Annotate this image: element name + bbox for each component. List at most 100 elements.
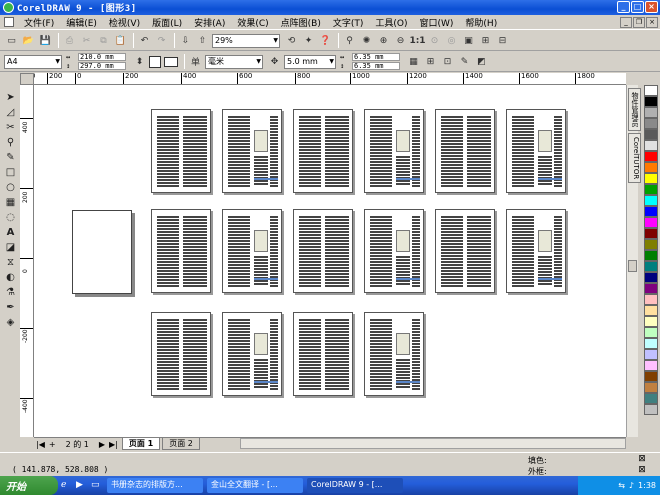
palette-swatch[interactable] [644, 305, 658, 316]
object-manager-tab[interactable]: 物件管理员 [628, 88, 641, 131]
zoom-page-icon[interactable]: ▣ [461, 33, 476, 48]
knife-tool-icon[interactable]: ✂ [3, 120, 19, 135]
coreltutor-tab[interactable]: CorelTUTOR [628, 133, 641, 184]
palette-swatch[interactable] [644, 393, 658, 404]
menu-help[interactable]: 帮助(H) [459, 16, 503, 29]
page-thumbnail[interactable] [506, 109, 566, 193]
magic-icon[interactable]: ✺ [359, 33, 374, 48]
palette-swatch[interactable] [644, 195, 658, 206]
add-page-icon[interactable]: + [47, 440, 58, 449]
page-thumbnail[interactable] [222, 109, 282, 193]
page-thumbnail[interactable] [151, 109, 211, 193]
palette-swatch[interactable] [644, 228, 658, 239]
menu-view[interactable]: 检视(V) [103, 16, 146, 29]
zoom-selected-icon[interactable]: ⊙ [427, 33, 442, 48]
palette-swatch[interactable] [644, 173, 658, 184]
vertical-ruler[interactable]: 400 200 0 -200 -400 [20, 85, 34, 437]
zoom-width-icon[interactable]: ⊞ [478, 33, 493, 48]
maximize-button[interactable]: □ [631, 1, 644, 13]
menu-file[interactable]: 文件(F) [18, 16, 60, 29]
height-field[interactable]: 297.0 mm [78, 62, 126, 70]
binoculars-icon[interactable]: ⚲ [342, 33, 357, 48]
task-kingsoft-translate[interactable]: 金山全文翻译 - [... [207, 478, 303, 493]
menu-effects[interactable]: 效果(C) [231, 16, 274, 29]
desktop-icon[interactable]: ▭ [91, 480, 103, 492]
palette-swatch[interactable] [644, 206, 658, 217]
pick-tool-icon[interactable]: ➤ [3, 90, 19, 105]
start-button[interactable]: 开始 [0, 476, 58, 495]
palette-swatch[interactable] [644, 118, 658, 129]
next-page-icon[interactable]: ▶ [97, 440, 107, 449]
horizontal-ruler[interactable]: 400 200 0 200 400 600 800 1000 1200 1400… [34, 73, 626, 85]
palette-swatch[interactable] [644, 349, 658, 360]
horizontal-scrollbar[interactable] [240, 438, 626, 449]
actual-size-icon[interactable]: 1:1 [409, 33, 425, 48]
redo-icon[interactable]: ↷ [154, 33, 169, 48]
minimize-button[interactable]: _ [617, 1, 630, 13]
scroll-thumb[interactable] [628, 260, 637, 272]
menu-window[interactable]: 窗口(W) [414, 16, 460, 29]
tab-page-2[interactable]: 页面 2 [162, 438, 200, 450]
dup-y-field[interactable]: 6.35 mm [352, 62, 400, 70]
palette-swatch[interactable] [644, 272, 658, 283]
outline-swatch-icon[interactable]: ⊠ [634, 465, 650, 475]
corel-online-icon[interactable]: ✦ [301, 33, 316, 48]
page-thumbnail[interactable] [435, 109, 495, 193]
outline-tool-icon[interactable]: ✒ [3, 300, 19, 315]
freehand-tool-icon[interactable]: ✎ [3, 150, 19, 165]
fill-swatch-icon[interactable]: ⊠ [634, 454, 650, 464]
tray-volume-icon[interactable]: ♪ [629, 481, 634, 490]
palette-swatch[interactable] [644, 217, 658, 228]
page-thumbnail[interactable] [293, 209, 353, 293]
tray-network-icon[interactable]: ⇆ [618, 481, 625, 490]
palette-swatch[interactable] [644, 382, 658, 393]
page-thumbnail[interactable] [151, 209, 211, 293]
menu-layout[interactable]: 版面(L) [146, 16, 188, 29]
page-thumbnail[interactable] [435, 209, 495, 293]
page-thumbnail[interactable] [151, 312, 211, 396]
snap-grid-icon[interactable]: ▦ [406, 54, 421, 69]
palette-swatch[interactable] [644, 294, 658, 305]
nudge-field[interactable]: 5.0 mm [284, 54, 336, 69]
print-icon[interactable]: ⎙ [62, 33, 77, 48]
spinner-icon[interactable]: ⬍ [132, 54, 147, 69]
rectangle-tool-icon[interactable]: □ [3, 165, 19, 180]
eyedropper-tool-icon[interactable]: ⚗ [3, 285, 19, 300]
undo-icon[interactable]: ↶ [137, 33, 152, 48]
page-thumbnail[interactable] [364, 209, 424, 293]
page-thumbnail[interactable] [222, 209, 282, 293]
landscape-icon[interactable] [164, 56, 178, 67]
ie-icon[interactable]: ℯ [61, 480, 73, 492]
palette-swatch[interactable] [644, 371, 658, 382]
palette-swatch[interactable] [644, 96, 658, 107]
zoom-height-icon[interactable]: ⊟ [495, 33, 510, 48]
palette-swatch[interactable] [644, 316, 658, 327]
palette-swatch[interactable] [644, 129, 658, 140]
import-icon[interactable]: ⇩ [178, 33, 193, 48]
spiral-tool-icon[interactable]: ◌ [3, 210, 19, 225]
interactive-fill-icon[interactable]: ◪ [3, 240, 19, 255]
blend-tool-icon[interactable]: ⧖ [3, 255, 19, 270]
whats-this-icon[interactable]: ❓ [318, 33, 333, 48]
zoom-combo[interactable]: 29% [212, 33, 280, 48]
zoom-in-icon[interactable]: ⊕ [376, 33, 391, 48]
cut-icon[interactable]: ✂ [79, 33, 94, 48]
page-thumbnail[interactable] [364, 312, 424, 396]
width-field[interactable]: 210.0 mm [78, 53, 126, 61]
palette-swatch[interactable] [644, 184, 658, 195]
task-book-magazine[interactable]: 书册杂志的排版方... [107, 478, 203, 493]
paste-icon[interactable]: 📋 [113, 33, 128, 48]
palette-swatch[interactable] [644, 261, 658, 272]
palette-swatch[interactable] [644, 404, 658, 415]
paper-size-combo[interactable]: A4 [4, 54, 62, 69]
close-button[interactable]: × [645, 1, 658, 13]
drawing-canvas[interactable] [34, 85, 626, 437]
save-icon[interactable]: 💾 [38, 33, 53, 48]
export-icon[interactable]: ⇧ [195, 33, 210, 48]
doc-close-button[interactable]: × [646, 17, 658, 28]
snap-guides-icon[interactable]: ⊞ [423, 54, 438, 69]
palette-swatch[interactable] [644, 140, 658, 151]
page-thumbnail[interactable] [293, 109, 353, 193]
menu-arrange[interactable]: 安排(A) [188, 16, 231, 29]
palette-swatch[interactable] [644, 162, 658, 173]
